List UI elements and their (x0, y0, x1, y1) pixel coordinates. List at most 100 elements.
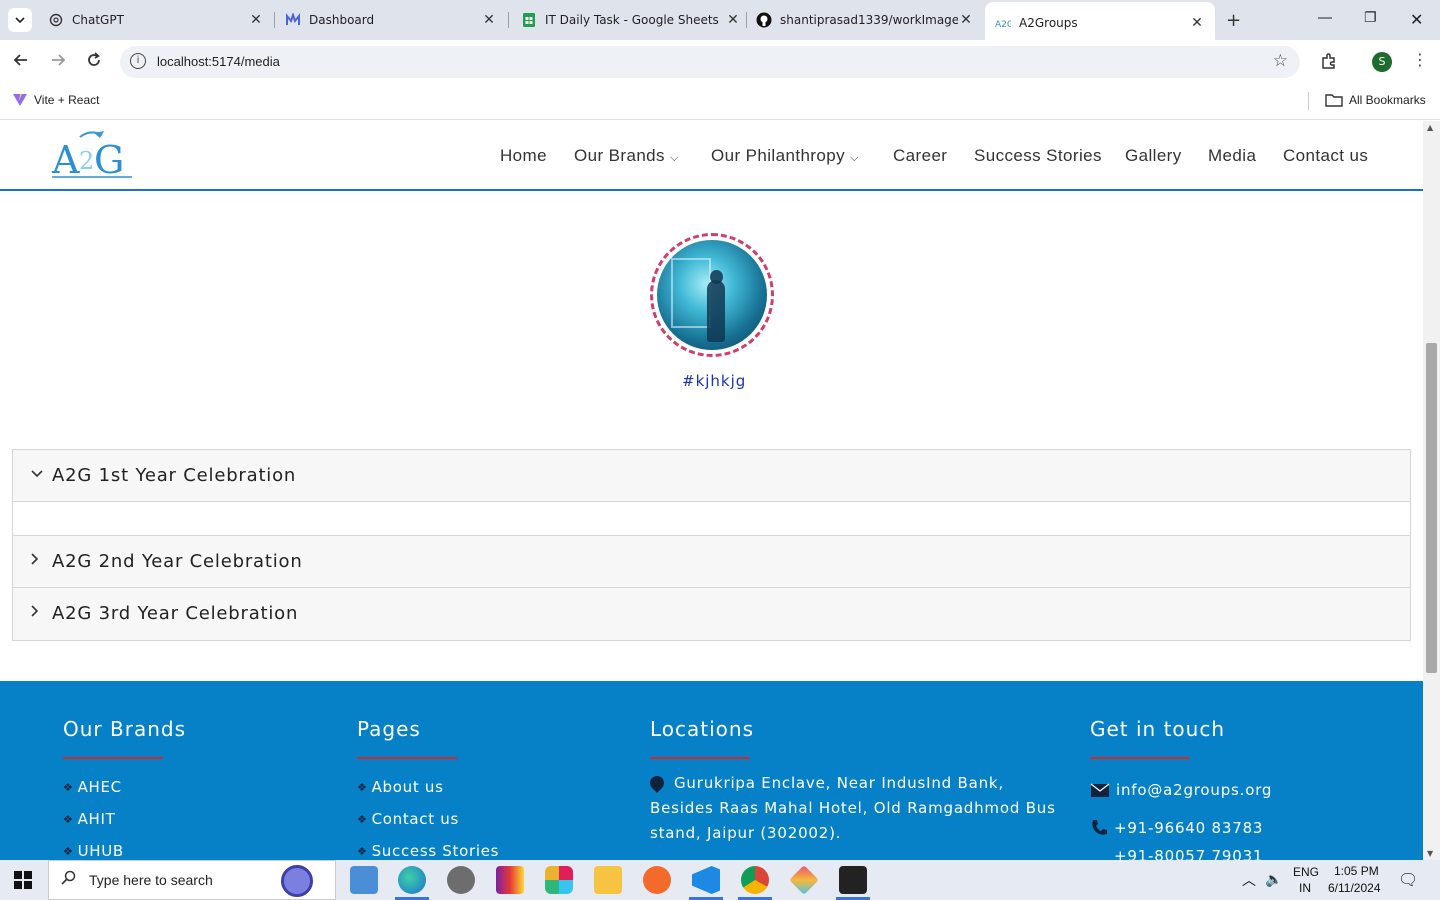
terminal-icon[interactable] (839, 866, 867, 894)
envelope-icon (1090, 783, 1110, 797)
extensions-icon[interactable] (1320, 52, 1338, 74)
footer-brand-link[interactable]: ❖ UHUB (63, 835, 186, 860)
nav-gallery[interactable]: Gallery (1125, 146, 1182, 166)
window-close-icon[interactable]: ✕ (1410, 10, 1423, 29)
chevron-down-icon (31, 467, 43, 482)
tab-chatgpt[interactable]: ChatGPT ✕ (48, 6, 264, 34)
close-icon[interactable]: ✕ (725, 12, 741, 28)
sourcetree-icon[interactable] (789, 865, 819, 895)
nav-success-stories[interactable]: Success Stories (974, 146, 1102, 166)
windows-start-icon[interactable] (14, 871, 32, 889)
file-explorer-icon[interactable] (594, 866, 622, 894)
footer-pages-title: Pages (357, 717, 421, 741)
footer-page-link[interactable]: ❖ About us (357, 771, 499, 803)
url-text[interactable]: localhost:5174/media (157, 54, 280, 69)
reload-icon[interactable] (86, 52, 102, 73)
profile-avatar[interactable]: S (1372, 52, 1392, 72)
slack-icon[interactable] (545, 866, 573, 894)
nav-home[interactable]: Home (500, 146, 547, 166)
nav-contact-us[interactable]: Contact us (1283, 146, 1368, 166)
tab-search-button[interactable] (8, 8, 32, 32)
title-underline (1090, 757, 1190, 759)
footer-page-link[interactable]: ❖ Success Stories (357, 835, 499, 860)
close-icon[interactable]: ✕ (1189, 15, 1205, 31)
footer-page-link[interactable]: ❖ Contact us (357, 803, 499, 835)
winrar-icon[interactable] (496, 866, 524, 894)
new-tab-button[interactable]: + (1226, 10, 1241, 31)
footer-phone-link[interactable]: +91-80057 79031 (1090, 847, 1272, 860)
page-scrollbar[interactable]: ▲ ▼ (1423, 121, 1440, 860)
sheets-icon (521, 12, 537, 28)
tab-google-sheets[interactable]: IT Daily Task - Google Sheets ✕ (521, 6, 741, 34)
site-info-icon[interactable]: i (130, 53, 146, 69)
link-label: Contact us (371, 810, 460, 828)
restore-icon[interactable]: ❐ (1364, 10, 1377, 26)
close-icon[interactable]: ✕ (481, 12, 497, 28)
tab-a2groups[interactable]: A2G A2Groups ✕ (985, 2, 1215, 40)
footer-phone-link[interactable]: +91-96640 83783 (1090, 809, 1272, 847)
accordion-item-1st-year[interactable]: A2G 1st Year Celebration (13, 450, 1410, 502)
footer-brand-link[interactable]: ❖ AHEC (63, 771, 186, 803)
postman-icon[interactable] (643, 866, 671, 894)
bookmark-label: Vite + React (34, 93, 100, 107)
story-caption[interactable]: #kjhkjg (682, 372, 746, 390)
close-icon[interactable]: ✕ (248, 12, 264, 28)
forward-icon[interactable] (50, 52, 66, 73)
story-thumbnail[interactable] (650, 233, 774, 357)
nav-career[interactable]: Career (893, 146, 947, 166)
accordion-item-3rd-year[interactable]: A2G 3rd Year Celebration (13, 588, 1410, 640)
scrollbar-thumb[interactable] (1426, 343, 1437, 673)
close-icon[interactable]: ✕ (958, 12, 974, 28)
nav-media[interactable]: Media (1208, 146, 1256, 166)
nav-label: Our Brands (574, 146, 665, 165)
bookmark-star-icon[interactable]: ☆ (1273, 51, 1288, 71)
chatgpt-icon (48, 12, 64, 28)
taskbar-search[interactable]: Type here to search (48, 860, 336, 900)
windows-taskbar: Type here to search ︿ 🔈 ENG IN 1:05 PM 6… (0, 860, 1440, 900)
accordion-item-2nd-year[interactable]: A2G 2nd Year Celebration (13, 536, 1410, 588)
a2g-logo[interactable]: A 2 G (50, 129, 136, 182)
vscode-icon[interactable] (692, 866, 720, 894)
phone-text: +91-96640 83783 (1114, 819, 1264, 837)
edge-icon[interactable] (398, 866, 426, 894)
language-indicator[interactable]: ENG (1293, 865, 1319, 879)
all-bookmarks-button[interactable]: All Bookmarks (1325, 93, 1426, 107)
nav-our-philanthropy[interactable]: Our Philanthropy ⌵ (711, 146, 859, 166)
chrome-icon[interactable] (741, 866, 769, 894)
chevron-right-icon (31, 553, 39, 569)
a2g-icon: A2G (995, 15, 1011, 31)
cortana-icon[interactable] (281, 865, 313, 897)
more-menu-icon[interactable]: ⋮ (1412, 50, 1428, 69)
title-underline (357, 757, 457, 759)
tab-title: Dashboard (309, 13, 375, 27)
volume-icon[interactable]: 🔈 (1265, 871, 1282, 888)
clock-time[interactable]: 1:05 PM (1334, 864, 1379, 878)
nav-our-brands[interactable]: Our Brands ⌵ (574, 146, 679, 166)
tab-title: A2Groups (1019, 16, 1078, 30)
task-view-app-icon[interactable] (350, 866, 378, 894)
email-text: info@a2groups.org (1116, 781, 1273, 799)
bookmark-vite-react[interactable]: Vite + React (12, 93, 99, 107)
diamond-bullet-icon: ❖ (357, 812, 368, 826)
settings-icon[interactable] (447, 866, 475, 894)
address-text: Gurukripa Enclave, Near IndusInd Bank, B… (650, 774, 1056, 842)
dashboard-icon (285, 12, 301, 28)
bookmarks-separator (1308, 92, 1309, 110)
back-icon[interactable] (13, 52, 29, 73)
accordion-panel-1st-year (13, 502, 1410, 536)
notifications-icon[interactable]: 🗨 (1398, 870, 1418, 890)
search-icon (61, 870, 77, 890)
address-bar[interactable]: i localhost:5174/media ☆ (120, 46, 1300, 78)
footer-email-link[interactable]: info@a2groups.org (1090, 771, 1272, 809)
folder-icon (1325, 94, 1343, 107)
footer-brand-link[interactable]: ❖ AHIT (63, 803, 186, 835)
minimize-icon[interactable]: ― (1318, 10, 1332, 26)
tab-dashboard[interactable]: Dashboard ✕ (285, 6, 497, 34)
region-indicator: IN (1299, 881, 1311, 895)
tab-github[interactable]: shantiprasad1339/workImages ✕ (756, 6, 974, 34)
diamond-bullet-icon: ❖ (357, 780, 368, 794)
show-hidden-icons-chevron[interactable]: ︿ (1242, 870, 1256, 890)
scroll-down-icon[interactable]: ▼ (1427, 849, 1433, 858)
link-label: AHEC (77, 778, 122, 796)
scroll-up-icon[interactable]: ▲ (1427, 123, 1433, 132)
